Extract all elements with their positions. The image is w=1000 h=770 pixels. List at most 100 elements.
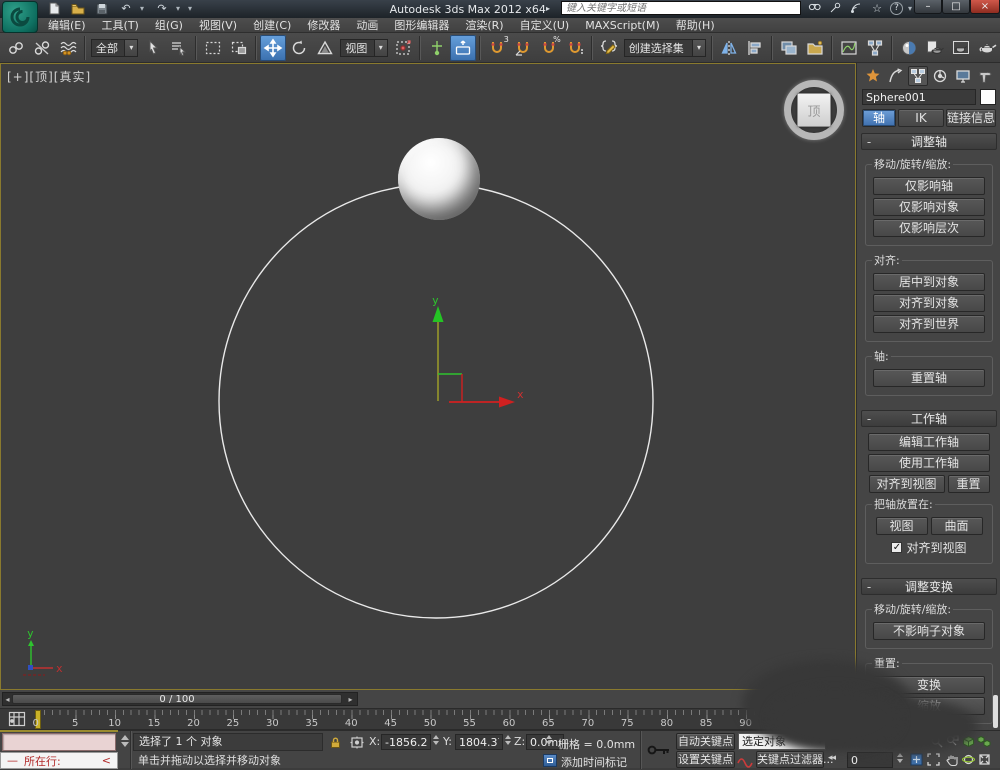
render-production-button[interactable] xyxy=(974,35,1000,61)
command-panel-scrollbar[interactable] xyxy=(993,695,998,728)
zoom-extents-all-button[interactable] xyxy=(976,734,992,749)
tab-hierarchy[interactable] xyxy=(908,66,928,86)
collapse-icon[interactable]: - xyxy=(862,135,876,149)
key-mode-toggle-button[interactable] xyxy=(908,752,924,767)
spinner-down-icon[interactable] xyxy=(121,742,129,747)
time-slider-handle[interactable]: 0 / 100 xyxy=(12,694,342,704)
key-filters-button[interactable]: 关键点过滤器... xyxy=(756,751,824,768)
reset-pivot-button[interactable]: 重置轴 xyxy=(873,369,985,387)
object-name-field[interactable] xyxy=(862,89,976,105)
dropdown-arrow-icon[interactable]: ▾ xyxy=(818,734,822,749)
edit-working-pivot-button[interactable]: 编辑工作轴 xyxy=(868,433,990,451)
orbit-button[interactable] xyxy=(960,752,976,767)
layer-manager-button[interactable] xyxy=(776,35,802,61)
window-crossing-toggle-button[interactable] xyxy=(226,35,252,61)
place-pivot-surface-button[interactable]: 曲面 xyxy=(931,517,983,535)
rendered-frame-window-button[interactable] xyxy=(948,35,974,61)
default-tangent-icon[interactable] xyxy=(737,753,753,768)
menu-item[interactable]: 创建(C) xyxy=(245,18,299,33)
rollout-header[interactable]: - 调整轴 xyxy=(861,133,997,150)
key-filter-set-dropdown[interactable]: 选定对象 ▾ xyxy=(738,733,826,750)
go-to-start-button[interactable]: ◂◂ xyxy=(828,753,835,763)
rectangular-selection-region-button[interactable] xyxy=(200,35,226,61)
zoom-extents-button[interactable] xyxy=(960,734,976,749)
minimize-button[interactable]: – xyxy=(914,0,942,14)
curve-editor-button[interactable] xyxy=(836,35,862,61)
help-icon[interactable]: ? xyxy=(890,2,903,15)
affect-hierarchy-only-button[interactable]: 仅影响层次 xyxy=(873,219,985,237)
menu-item[interactable]: 视图(V) xyxy=(191,18,245,33)
3dsmax-logo-button[interactable] xyxy=(2,1,38,33)
current-frame-field[interactable] xyxy=(847,752,893,768)
spinner-snap-toggle-button[interactable] xyxy=(562,35,588,61)
schematic-view-button[interactable] xyxy=(862,35,888,61)
selection-brackets-icon[interactable] xyxy=(925,752,941,767)
zoom-all-button[interactable] xyxy=(944,734,960,749)
spinner-up-icon[interactable] xyxy=(121,735,129,740)
align-to-view-button[interactable]: 对齐到视图 xyxy=(869,475,945,493)
menu-item[interactable]: 图形编辑器 xyxy=(386,18,457,33)
menu-item[interactable]: 帮助(H) xyxy=(668,18,723,33)
align-to-world-button[interactable]: 对齐到世界 xyxy=(873,315,985,333)
track-bar[interactable]: 051015202530354045505560657075808590 xyxy=(0,708,856,730)
edit-named-selection-sets-button[interactable] xyxy=(596,35,622,61)
menu-item[interactable]: MAXScript(M) xyxy=(577,18,668,33)
maxscript-listener-row[interactable]: — 所在行: < xyxy=(0,752,118,769)
sphere-object[interactable] xyxy=(398,138,480,220)
tab-utilities[interactable] xyxy=(976,66,996,86)
maximize-button[interactable]: □ xyxy=(942,0,970,14)
unlink-selection-button[interactable] xyxy=(29,35,55,61)
maximize-viewport-toggle-button[interactable] xyxy=(976,752,992,767)
affect-pivot-only-button[interactable]: 仅影响轴 xyxy=(873,177,985,195)
next-frame-arrow[interactable]: ▸ xyxy=(346,695,355,704)
rollout-header[interactable]: - 调整变换 xyxy=(861,578,997,595)
named-selection-sets-dropdown[interactable]: 创建选择集 ▾ xyxy=(624,39,706,57)
select-and-manipulate-button[interactable] xyxy=(424,35,450,61)
menu-item[interactable]: 修改器 xyxy=(299,18,348,33)
top-viewport[interactable]: [+][顶][真实] y x y x xyxy=(0,63,856,690)
pan-hand-button[interactable] xyxy=(944,752,960,767)
menu-item[interactable]: 工具(T) xyxy=(94,18,147,33)
menu-item[interactable]: 动画 xyxy=(348,18,386,33)
select-and-move-button[interactable] xyxy=(260,35,286,61)
angle-snap-toggle-button[interactable] xyxy=(510,35,536,61)
y-spinner[interactable] xyxy=(504,735,512,749)
dropdown-arrow-icon[interactable]: ▾ xyxy=(692,40,705,56)
tab-motion[interactable] xyxy=(931,66,951,86)
reference-coordinate-dropdown[interactable]: 视图 ▾ xyxy=(340,39,387,57)
selection-filter-dropdown[interactable]: 全部 ▾ xyxy=(91,39,138,57)
favorites-star-icon[interactable]: ☆ xyxy=(869,1,885,15)
tab-pivot[interactable]: 轴 xyxy=(862,109,896,127)
select-by-name-button[interactable] xyxy=(166,35,192,61)
infocenter-expand-icon[interactable]: ▸ xyxy=(540,1,556,15)
isolate-selection-icon[interactable] xyxy=(543,754,557,767)
tab-create[interactable] xyxy=(863,66,883,86)
dropdown-arrow-icon[interactable]: ▾ xyxy=(124,40,137,56)
set-keys-button[interactable] xyxy=(646,738,672,762)
material-editor-button[interactable] xyxy=(896,35,922,61)
select-and-rotate-button[interactable] xyxy=(286,35,312,61)
open-mini-curve-editor-button[interactable] xyxy=(4,709,30,728)
zoom-button[interactable] xyxy=(928,734,944,749)
tab-ik[interactable]: IK xyxy=(898,109,944,127)
reset-transform-button[interactable]: 变换 xyxy=(873,676,985,694)
y-coordinate-field[interactable] xyxy=(455,734,503,750)
object-color-swatch[interactable] xyxy=(980,89,996,105)
absolute-offset-mode-button[interactable] xyxy=(348,735,365,750)
select-object-button[interactable] xyxy=(140,35,166,61)
collapse-icon[interactable]: - xyxy=(862,580,876,594)
center-to-object-button[interactable]: 居中到对象 xyxy=(873,273,985,291)
rollout-header[interactable]: - 工作轴 xyxy=(861,410,997,427)
reset-scale-button[interactable]: 缩放 xyxy=(873,697,985,715)
menu-item[interactable]: 组(G) xyxy=(147,18,191,33)
align-to-view-checkbox[interactable]: ✓ xyxy=(891,542,902,553)
tab-link-info[interactable]: 链接信息 xyxy=(946,109,996,127)
snaps-toggle-3d-button[interactable]: 3 xyxy=(484,35,510,61)
tab-modify[interactable] xyxy=(886,66,906,86)
align-to-object-button[interactable]: 对齐到对象 xyxy=(873,294,985,312)
collapse-icon[interactable]: - xyxy=(862,412,876,426)
select-and-scale-button[interactable] xyxy=(312,35,338,61)
menu-item[interactable]: 编辑(E) xyxy=(40,18,94,33)
close-button[interactable]: × xyxy=(970,0,1000,14)
communication-center-icon[interactable] xyxy=(848,1,864,15)
